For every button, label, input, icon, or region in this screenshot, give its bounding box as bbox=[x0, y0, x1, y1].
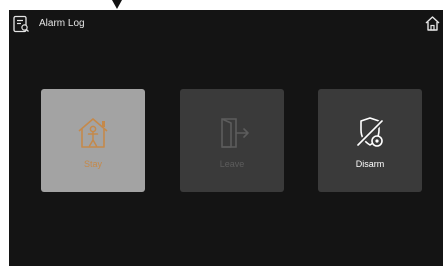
house-person-icon bbox=[78, 118, 108, 148]
disarm-mode-button[interactable]: Disarm bbox=[318, 89, 422, 192]
stay-mode-label: Stay bbox=[83, 159, 102, 169]
disarm-mode-label: Disarm bbox=[355, 159, 385, 169]
document-search-icon[interactable] bbox=[12, 15, 30, 33]
top-bar: Alarm Log bbox=[9, 10, 443, 38]
alarm-screen: Alarm Log Stay Leave Disarm bbox=[9, 10, 443, 266]
shield-disarm-icon bbox=[356, 117, 384, 147]
leave-mode-label: Leave bbox=[219, 159, 245, 169]
door-exit-icon bbox=[221, 118, 249, 148]
stay-mode-button[interactable]: Stay bbox=[41, 89, 145, 192]
home-icon[interactable] bbox=[424, 15, 441, 32]
page-title[interactable]: Alarm Log bbox=[39, 18, 85, 30]
leave-mode-button[interactable]: Leave bbox=[180, 89, 284, 192]
pointer-arrow-icon bbox=[112, 0, 122, 9]
